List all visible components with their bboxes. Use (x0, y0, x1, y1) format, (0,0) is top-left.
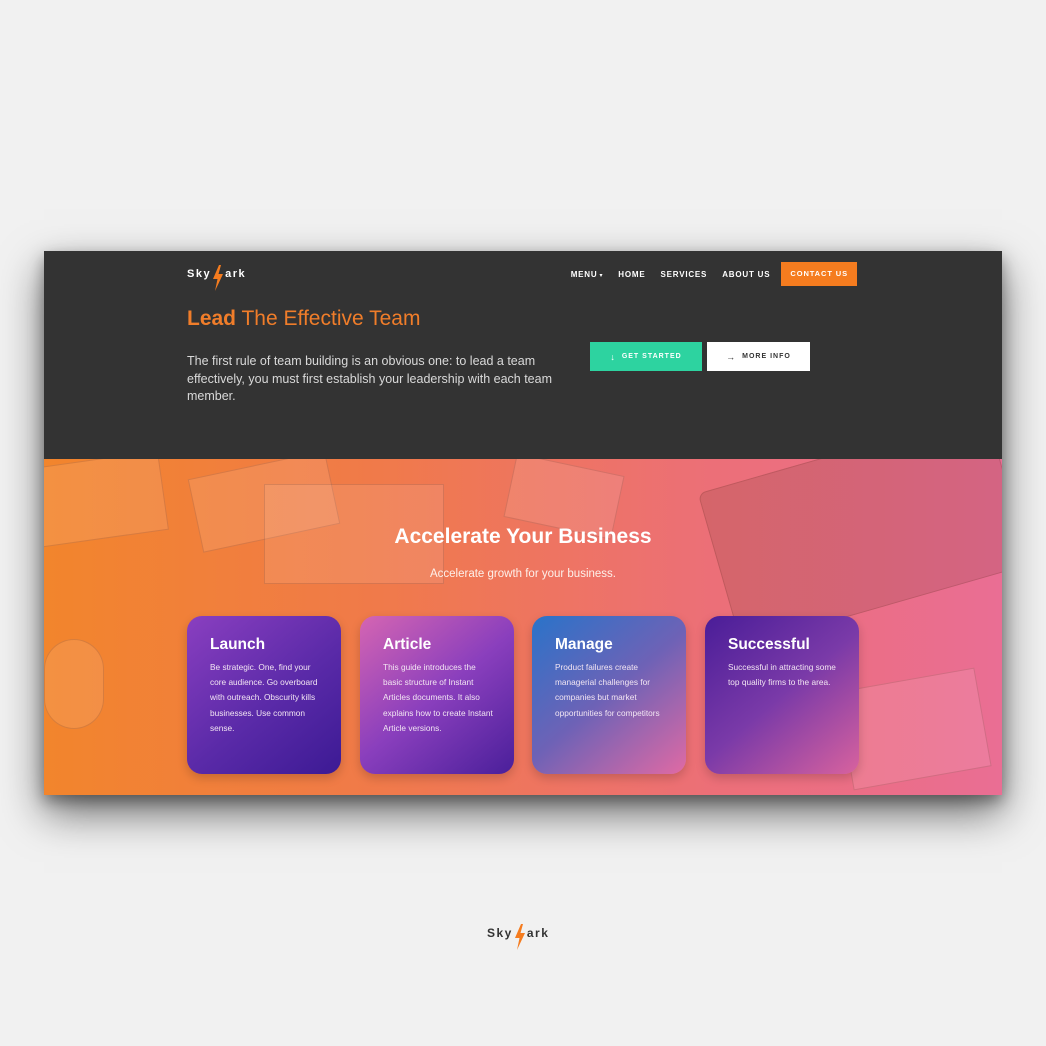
feature-card-manage[interactable]: Manage Product failures create manageria… (532, 616, 686, 774)
arrow-down-icon: ↓ (610, 351, 616, 362)
card-text: Product failures create managerial chall… (555, 662, 660, 718)
main-nav: MENU ▾ HOME SERVICES ABOUT US CONTACT US (571, 262, 857, 286)
lightning-bolt-icon (514, 924, 525, 950)
footer-brand-logo: Sky ark (487, 920, 550, 950)
headline-rest: The Effective Team (241, 307, 421, 330)
section-subtitle: Accelerate growth for your business. (429, 568, 616, 580)
hero-description: The first rule of team building is an ob… (187, 354, 552, 403)
hero-headline: Lead The Effective Team (187, 307, 420, 331)
headline-bold: Lead (187, 307, 237, 330)
section-title: Accelerate Your Business (394, 525, 652, 548)
more-info-label: MORE INFO (742, 353, 791, 360)
nav-home[interactable]: HOME (618, 270, 645, 279)
get-started-label: GET STARTED (621, 353, 682, 360)
lightning-bolt-icon (213, 265, 224, 291)
card-title: Launch (210, 636, 266, 653)
website-mockup: Sky ark MENU ▾ HOME SERVICES ABOUT US CON… (44, 251, 1002, 795)
brand-name-start: Sky (487, 926, 513, 940)
background-photo (836, 667, 992, 791)
brand-name-start: Sky (187, 268, 212, 280)
brand-name-end: ark (526, 926, 550, 940)
nav-menu[interactable]: MENU ▾ (571, 270, 604, 279)
nav-services[interactable]: SERVICES (660, 270, 707, 279)
accelerate-section: Accelerate Your Business Accelerate grow… (44, 459, 1002, 795)
nav-about-us[interactable]: ABOUT US (722, 270, 770, 279)
card-text: Successful in attracting some top qualit… (728, 662, 836, 688)
feature-card-launch[interactable]: Launch Be strategic. One, find your core… (187, 616, 341, 774)
more-info-button[interactable]: → MORE INFO (707, 342, 810, 371)
card-text: Be strategic. One, find your core audien… (210, 662, 318, 733)
hero-section: Sky ark MENU ▾ HOME SERVICES ABOUT US CON… (44, 251, 1002, 459)
brand-logo[interactable]: Sky ark (187, 261, 247, 291)
arrow-right-icon: → (726, 351, 737, 362)
card-title: Article (383, 636, 432, 653)
caret-down-icon: ▾ (599, 272, 604, 279)
background-photo (44, 639, 104, 729)
feature-card-successful[interactable]: Successful Successful in attracting some… (705, 616, 859, 774)
brand-name-end: ark (225, 268, 247, 280)
feature-card-article[interactable]: Article This guide introduces the basic … (360, 616, 514, 774)
card-title: Manage (555, 636, 613, 653)
card-title: Successful (728, 636, 810, 653)
contact-us-button[interactable]: CONTACT US (781, 262, 857, 286)
card-text: This guide introduces the basic structur… (383, 662, 493, 733)
get-started-button[interactable]: ↓ GET STARTED (590, 342, 702, 371)
